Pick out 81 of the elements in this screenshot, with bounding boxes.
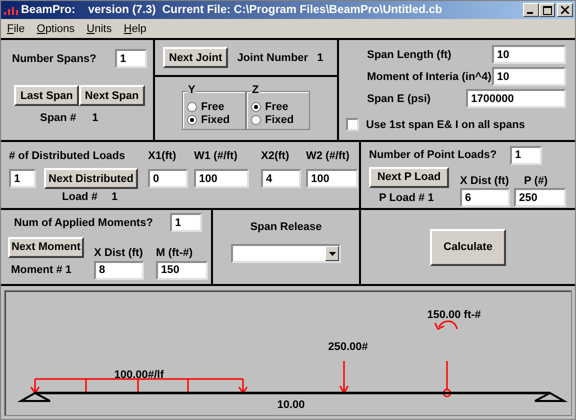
- input-field[interactable]: 10: [492, 67, 566, 86]
- input-field[interactable]: 1: [510, 146, 542, 164]
- input-field[interactable]: 4: [261, 169, 301, 188]
- menu-item[interactable]: Help: [124, 22, 146, 34]
- minimize-button[interactable]: [523, 3, 539, 17]
- column-label: W2 (#/ft): [306, 150, 350, 162]
- app-icon: [3, 4, 19, 16]
- menu-item[interactable]: Options: [36, 22, 75, 34]
- maximize-icon: [542, 6, 552, 14]
- input-field[interactable]: 6: [460, 188, 510, 207]
- input-field[interactable]: 250: [514, 188, 566, 207]
- next-load-button[interactable]: Next P Load: [369, 166, 449, 188]
- span-release-dropdown[interactable]: [231, 244, 341, 263]
- radio-option[interactable]: Free: [187, 100, 245, 113]
- span-button[interactable]: Last Span: [14, 85, 79, 106]
- caret-icon: [328, 252, 336, 256]
- distributed-load-value: 100.00#/lf: [114, 369, 164, 381]
- span-label: Span #: [40, 112, 76, 124]
- column-label: X Dist (ft): [460, 175, 510, 187]
- field-label: Span Length (ft): [367, 48, 452, 60]
- field-label: Moment of Interia (in^4): [367, 70, 492, 82]
- field-label: Num of Applied Moments?: [13, 216, 154, 228]
- column-label: W1 (#/ft): [194, 150, 238, 162]
- close-icon: [561, 6, 569, 14]
- radio-label: Free: [265, 100, 288, 112]
- input-field[interactable]: 1700000: [466, 89, 566, 108]
- input-field[interactable]: 1: [9, 169, 36, 188]
- radio-button[interactable]: [187, 102, 197, 112]
- next-moment-button[interactable]: Next Moment: [8, 236, 84, 258]
- field-label: # of Distributed Loads: [9, 150, 126, 162]
- input-field[interactable]: 8: [94, 260, 144, 280]
- input-field[interactable]: 1: [115, 49, 147, 68]
- column-label: X2(ft): [261, 150, 290, 162]
- radio-label: Fixed: [201, 114, 230, 126]
- column-label: X Dist (ft): [94, 247, 144, 259]
- window-title: BeamPro: version (7.3) Current File: C:\Program Files\BeamPro\Untitled.cb: [21, 4, 444, 16]
- input-field[interactable]: 100: [306, 169, 358, 188]
- column-label: X1(ft): [148, 150, 178, 162]
- span-length-value: 10.00: [277, 399, 305, 411]
- field-label: Span E (psi): [367, 92, 431, 104]
- input-field[interactable]: 150: [156, 260, 208, 280]
- radio-button[interactable]: [187, 114, 197, 124]
- input-field[interactable]: 1: [170, 213, 202, 232]
- radio-label: Fixed: [265, 114, 294, 126]
- column-label: M (ft-#): [156, 247, 194, 259]
- span-number: 1: [92, 112, 98, 124]
- span-button[interactable]: Next Span: [78, 85, 145, 106]
- load-label: Load #: [62, 191, 98, 203]
- field-label: Number of Point Loads?: [369, 149, 498, 161]
- load-label: P Load # 1: [378, 192, 435, 204]
- maximize-button[interactable]: [539, 3, 555, 17]
- checkbox-option[interactable]: Use 1st span E& I on all spans: [346, 118, 566, 131]
- field-label: Number Spans?: [12, 52, 96, 64]
- checkbox-label: Use 1st span E& I on all spans: [366, 118, 525, 130]
- joint-number: 1: [317, 52, 324, 64]
- close-button[interactable]: [557, 3, 573, 17]
- input-field[interactable]: 10: [492, 45, 566, 64]
- next-joint-button[interactable]: Next Joint: [163, 47, 228, 68]
- radio-option[interactable]: Fixed: [251, 113, 309, 126]
- joint-label: Joint Number: [237, 52, 308, 64]
- radio-button[interactable]: [251, 114, 261, 124]
- radio-option[interactable]: Fixed: [187, 113, 245, 126]
- input-field[interactable]: 100: [194, 169, 249, 188]
- calculate-button[interactable]: Calculate: [430, 228, 506, 266]
- moment-value: 150.00 ft-#: [427, 309, 481, 321]
- group-label: Z: [251, 84, 260, 96]
- checkbox[interactable]: [346, 118, 359, 131]
- radio-label: Free: [201, 100, 224, 112]
- column-label: P (#): [523, 175, 549, 187]
- radio-button[interactable]: [251, 102, 261, 112]
- field-label: Span Release: [250, 221, 322, 233]
- next-distributed-button[interactable]: Next Distributed: [44, 168, 138, 189]
- radio-option[interactable]: Free: [251, 100, 309, 113]
- point-load-arrow: [339, 360, 349, 395]
- point-load-value: 250.00#: [328, 341, 368, 353]
- input-field[interactable]: 0: [148, 169, 188, 188]
- group-label: Y: [187, 84, 196, 96]
- load-number: 1: [111, 191, 118, 203]
- moment-label: Moment # 1: [10, 264, 73, 276]
- menu-item[interactable]: File: [7, 22, 25, 34]
- menu-item[interactable]: Units: [86, 22, 112, 34]
